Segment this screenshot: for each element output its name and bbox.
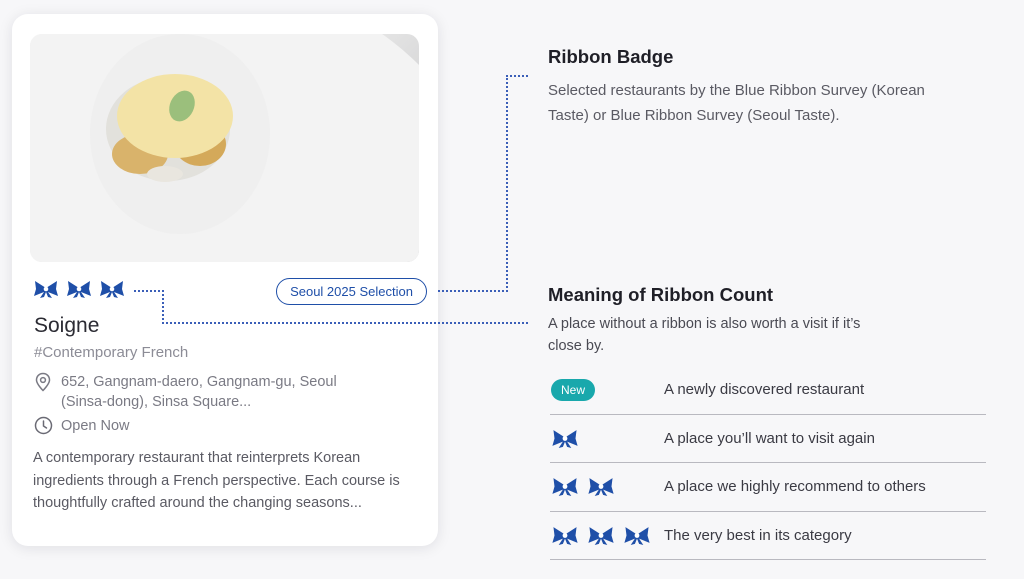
legend-meaning: A newly discovered restaurant: [664, 381, 865, 399]
badge-connector: [506, 75, 528, 77]
ribbon-icon: [587, 476, 615, 497]
ribbon-badge-title: Ribbon Badge: [548, 46, 674, 67]
ribbon-connector: [162, 290, 164, 324]
ribbon-rating: [33, 279, 125, 299]
legend-row: A place you’ll want to visit again: [550, 415, 986, 463]
restaurant-description: A contemporary restaurant that reinterpr…: [33, 450, 400, 511]
selection-badge: Seoul 2025 Selection: [276, 278, 427, 305]
legend-meaning: A place you’ll want to visit again: [664, 429, 875, 447]
ribbon-connector: [134, 290, 164, 292]
hours-status: Open Now: [61, 418, 130, 434]
legend-meaning: A place we highly recommend to others: [664, 478, 926, 496]
restaurant-address: 652, Gangnam-daero, Gangnam-gu, Seoul (S…: [61, 374, 337, 410]
ribbon-icon: [551, 525, 579, 546]
legend-marker: [551, 476, 615, 497]
ribbon-icon: [551, 476, 579, 497]
legend-marker: [551, 525, 651, 546]
location-pin-icon: [34, 372, 52, 397]
ribbon-badge-text: Selected restaurants by the Blue Ribbon …: [548, 82, 925, 124]
ribbon-count-title: Meaning of Ribbon Count: [548, 284, 774, 305]
ribbon-icon: [99, 279, 125, 299]
ribbon-connector: [162, 322, 528, 324]
ribbon-icon: [551, 428, 579, 449]
legend-row: The very best in its category: [550, 512, 986, 560]
clock-icon: [34, 416, 53, 440]
restaurant-name[interactable]: Soigne: [34, 314, 99, 338]
new-badge: New: [551, 378, 596, 401]
ribbon-icon: [33, 279, 59, 299]
ribbon-count-text: A place without a ribbon is also worth a…: [548, 316, 861, 354]
cuisine-tag[interactable]: #Contemporary French: [34, 344, 188, 361]
badge-connector: [506, 75, 508, 292]
legend-row: New A newly discovered restaurant: [550, 366, 986, 415]
ribbon-icon: [623, 525, 651, 546]
ribbon-icon: [66, 279, 92, 299]
ribbon-icon: [587, 525, 615, 546]
legend-marker: [551, 428, 579, 449]
legend-meaning: The very best in its category: [664, 526, 852, 544]
ribbon-legend: New A newly discovered restaurant A plac…: [550, 366, 986, 560]
legend-marker: New: [551, 378, 596, 401]
legend-row: A place we highly recommend to others: [550, 463, 986, 512]
badge-connector: [438, 290, 508, 292]
restaurant-photo: [30, 34, 419, 262]
